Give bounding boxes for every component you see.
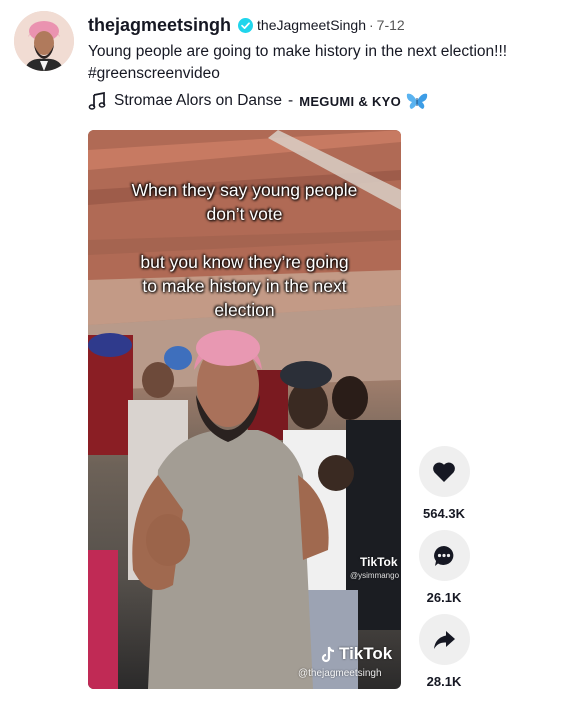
separator-dot: · [369, 17, 374, 33]
music-link[interactable]: Stromae Alors on Danse - MEGUMI & KYO [88, 92, 428, 110]
author-nickname[interactable]: theJagmeetSingh [257, 17, 366, 33]
tiktok-watermark: TikTok [320, 644, 392, 664]
share-count: 28.1K [426, 674, 462, 689]
watermark-logo-text: TikTok [339, 644, 393, 663]
music-note-icon [88, 92, 106, 110]
like-action: 564.3K [416, 446, 472, 521]
watermark-small-username: @ysimmango [350, 571, 400, 580]
watermark-logo-text: TikTok [360, 555, 398, 569]
post-date: 7-12 [376, 17, 405, 33]
post-header: thejagmeetsingh theJagmeetSingh · 7-12 Y… [88, 14, 565, 85]
avatar-image [14, 11, 74, 71]
tiktok-watermark-small: TikTok [360, 555, 398, 569]
overlay-line: election [214, 300, 275, 320]
comment-action: 26.1K [416, 530, 472, 605]
comment-count: 26.1K [426, 590, 462, 605]
video-player[interactable]: When they say young people don’t vote bu… [88, 130, 401, 689]
share-button[interactable] [418, 614, 470, 665]
overlay-caption-top: When they say young people don’t vote [88, 178, 401, 226]
comment-icon [434, 545, 454, 566]
heart-icon [433, 462, 455, 482]
share-action: 28.1K [416, 614, 472, 689]
share-arrow-icon [434, 630, 455, 649]
music-artist: MEGUMI & KYO [299, 93, 402, 109]
overlay-line: When they say young people [131, 180, 358, 200]
author-avatar[interactable] [14, 11, 74, 71]
tiktok-logo-icon [321, 646, 335, 662]
music-separator: - [288, 92, 294, 109]
like-count: 564.3K [423, 506, 465, 521]
comment-button[interactable] [418, 530, 470, 581]
author-line: thejagmeetsingh theJagmeetSingh · 7-12 [88, 14, 565, 36]
overlay-line: but you know they’re going [140, 252, 349, 272]
overlay-caption-bottom: but you know they’re going to make histo… [88, 250, 401, 322]
butterfly-icon [406, 93, 428, 109]
author-username[interactable]: thejagmeetsingh [88, 15, 231, 36]
post-caption: Young people are going to make history i… [88, 41, 558, 85]
overlay-line: to make history in the next [142, 276, 347, 296]
music-title: Stromae Alors on Danse [114, 92, 283, 109]
watermark-username: @thejagmeetsingh [298, 668, 382, 679]
verified-badge-icon [238, 17, 254, 33]
overlay-line: don’t vote [206, 204, 283, 224]
like-button[interactable] [418, 446, 470, 497]
caption-text: Young people are going to make history i… [88, 43, 508, 60]
hashtag-link[interactable]: #greenscreenvideo [88, 63, 558, 85]
